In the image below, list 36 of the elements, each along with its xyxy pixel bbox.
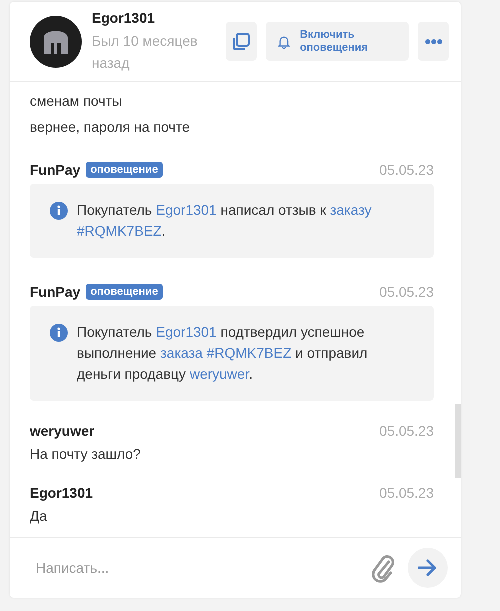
author-name: FunPay — [30, 284, 81, 300]
scrollbar[interactable] — [455, 404, 461, 478]
message-date: 05.05.23 — [380, 162, 434, 178]
info-icon — [50, 324, 68, 342]
author-name: weryuwer — [30, 423, 95, 439]
more-icon — [424, 38, 443, 44]
link[interactable]: weryuwer — [190, 366, 250, 382]
author-name: FunPay — [30, 162, 81, 178]
link[interactable]: Egor1301 — [156, 202, 217, 218]
author-name: Egor1301 — [30, 485, 94, 501]
copy-icon — [231, 32, 252, 52]
send-button[interactable] — [408, 548, 448, 588]
link[interactable]: Egor1301 — [156, 324, 217, 340]
notice-text: Покупатель Egor1301 подтвердил успешное выполнение заказа #RQMK7BEZ и отправил деньги продавцу weryuwer. — [77, 323, 369, 384]
arrow-icon — [418, 559, 438, 577]
info-icon — [50, 202, 68, 220]
paperclip-icon[interactable] — [370, 553, 396, 583]
message-text: На почту зашло? — [30, 445, 142, 463]
copy-button[interactable] — [226, 22, 257, 61]
notification-badge: оповещение — [86, 162, 164, 178]
more-button[interactable] — [418, 22, 450, 61]
link[interactable]: заказу — [330, 202, 372, 218]
message-date: 05.05.23 — [380, 284, 434, 300]
notice-text: Покупатель Egor1301 написал отзыв к заказу #RQMK7BEZ. — [77, 201, 373, 241]
message-date: 05.05.23 — [380, 423, 434, 439]
avatar-icon — [30, 16, 82, 68]
last-seen-text: Был 10 месяцев назад — [92, 32, 199, 73]
message-text: Да — [30, 507, 48, 525]
notification-badge: оповещение — [86, 284, 164, 300]
message-text: вернее, пароля на почте — [30, 118, 192, 136]
notifications-button[interactable]: Включить оповещения — [266, 22, 410, 61]
message-date: 05.05.23 — [380, 485, 434, 501]
message-text: сменам почты — [30, 92, 124, 110]
link[interactable]: заказа #RQMK7BEZ — [160, 345, 292, 361]
link[interactable]: #RQMK7BEZ — [77, 223, 162, 239]
user-name: Egor1301 — [92, 10, 156, 26]
